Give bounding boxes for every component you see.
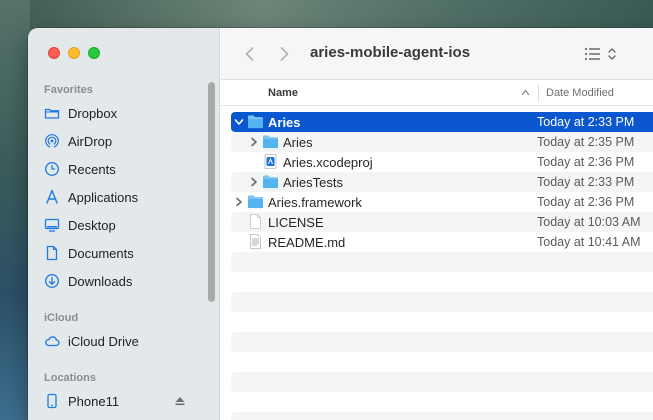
chevron-right-icon[interactable] [234,197,244,207]
empty-row [231,412,653,420]
file-row-xcodeproj[interactable]: Aries.xcodeproj Today at 2:36 PM [231,152,653,172]
forward-chevron-icon[interactable] [275,45,293,63]
column-date-header[interactable]: Date Modified [546,87,614,99]
document-icon [46,245,58,261]
empty-row [231,252,653,272]
applications-icon [46,189,58,204]
sidebar-item-dropbox[interactable]: Dropbox [44,102,117,124]
sidebar-item-downloads[interactable]: Downloads [44,270,132,292]
file-date: Today at 2:36 PM [537,155,635,169]
desktop-icon [44,218,60,232]
column-name-header[interactable]: Name [268,87,298,99]
window-controls [48,47,100,59]
sidebar-item-label: Recents [68,161,116,177]
file-row-readme[interactable]: README.md Today at 10:41 AM [231,232,653,252]
file-name: AriesTests [283,175,343,190]
folder-icon [263,135,278,149]
text-file-icon [250,234,261,249]
file-row-aries-framework[interactable]: Aries.framework Today at 2:36 PM [231,192,653,212]
chevron-right-icon[interactable] [249,137,259,147]
main-pane: aries-mobile-agent-ios Name Date Modifie… [221,28,653,420]
minimize-button[interactable] [68,47,80,59]
sidebar-item-label: Documents [68,245,134,261]
sidebar-item-recents[interactable]: Recents [44,158,116,180]
sidebar-item-documents[interactable]: Documents [44,242,134,264]
file-date: Today at 2:33 PM [537,175,635,189]
clock-icon [45,162,59,176]
file-date: Today at 10:03 AM [537,215,641,229]
finder-window: Favorites Dropbox AirDrop Recents Applic… [28,28,653,420]
toolbar: aries-mobile-agent-ios [221,28,653,80]
desktop-wallpaper-left [0,0,30,420]
sidebar-section-favorites: Favorites [44,84,93,96]
file-name: Aries [268,115,301,130]
column-divider[interactable] [538,84,539,102]
file-name: README.md [268,235,346,250]
eject-icon[interactable] [174,395,186,407]
file-date: Today at 10:41 AM [537,235,641,249]
file-row-ariestests[interactable]: AriesTests Today at 2:33 PM [231,172,653,192]
folder-icon [248,115,263,129]
sidebar-scrollbar[interactable] [208,82,215,302]
xcode-project-icon [264,154,277,169]
file-name: Aries.framework [268,195,362,210]
file-row-license[interactable]: LICENSE Today at 10:03 AM [231,212,653,232]
sidebar: Favorites Dropbox AirDrop Recents Applic… [28,28,220,420]
airdrop-icon [45,134,59,149]
file-row-aries-subfolder[interactable]: Aries Today at 2:35 PM [231,132,653,152]
dropbox-folder-icon [44,108,60,119]
file-name: Aries [283,135,313,150]
file-date: Today at 2:36 PM [537,195,635,209]
sidebar-section-icloud: iCloud [44,312,79,324]
download-icon [45,274,59,288]
sidebar-item-label: Desktop [68,217,116,233]
empty-row [231,332,653,352]
sidebar-item-applications[interactable]: Applications [44,186,138,208]
sidebar-item-icloud-drive[interactable]: iCloud Drive [44,330,139,352]
file-name: LICENSE [268,215,324,230]
file-row-aries[interactable]: Aries Today at 2:33 PM [231,112,653,132]
sidebar-item-label: AirDrop [68,133,113,149]
sidebar-item-label: Downloads [68,273,133,289]
cloud-icon [45,336,60,347]
file-date: Today at 2:35 PM [537,135,635,149]
file-name: Aries.xcodeproj [283,155,373,170]
sidebar-section-locations: Locations [44,372,96,384]
file-date: Today at 2:33 PM [537,115,635,129]
sidebar-item-label: Applications [68,189,139,205]
close-button[interactable] [48,47,60,59]
sidebar-item-airdrop[interactable]: AirDrop [44,130,112,152]
blank-file-icon [250,214,261,229]
desktop-wallpaper [0,0,653,30]
phone-icon [47,393,57,409]
sidebar-item-desktop[interactable]: Desktop [44,214,116,236]
back-chevron-icon[interactable] [241,45,259,63]
window-title: aries-mobile-agent-ios [310,44,471,61]
sidebar-item-label: Phone11 [68,393,120,409]
folder-icon [248,195,263,209]
sort-ascending-icon [521,89,530,96]
zoom-button[interactable] [88,47,100,59]
chevron-right-icon[interactable] [249,177,259,187]
empty-row [231,292,653,312]
column-header: Name Date Modified [221,80,653,106]
sidebar-item-phone11[interactable]: Phone11 [44,390,119,412]
folder-icon [263,175,278,189]
empty-row [231,372,653,392]
chevron-down-icon[interactable] [234,117,244,127]
sidebar-item-label: iCloud Drive [68,333,139,349]
sidebar-item-label: Dropbox [68,105,118,121]
list-view-icon[interactable] [583,45,623,63]
